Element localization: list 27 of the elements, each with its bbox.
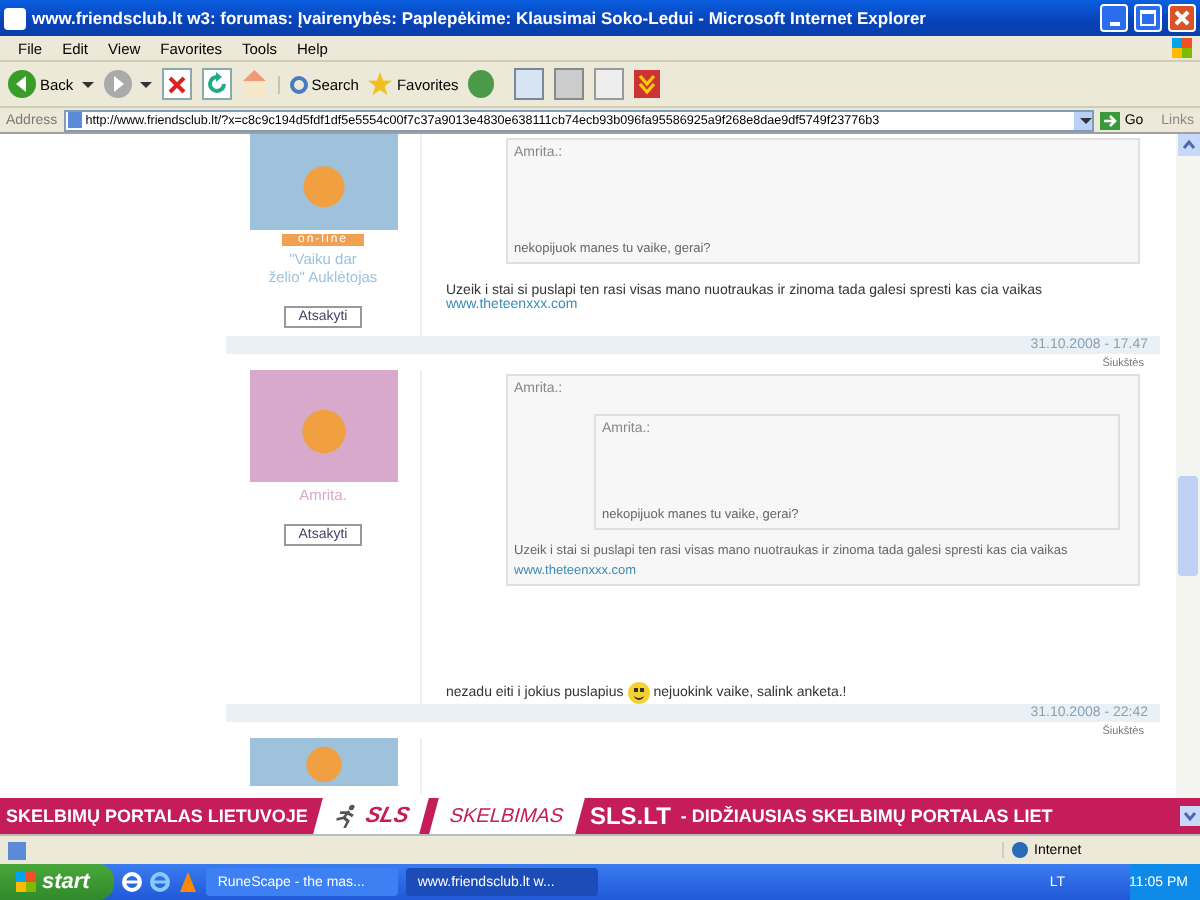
star-icon [368,72,393,96]
windows-flag-icon [1172,38,1192,58]
banner-site: SLS.LT [589,802,671,830]
banner-text: - DIDŽIAUSIAS SKELBIMŲ PORTALAS LIET [680,806,1053,826]
minimize-button[interactable] [1100,4,1128,32]
banner-text: SKELBIMŲ PORTALAS LIETUVOJE [6,806,308,826]
maximize-button[interactable] [1134,4,1162,32]
start-button[interactable]: start [0,864,114,900]
forward-button[interactable] [103,70,152,98]
runner-icon [330,804,361,828]
refresh-icon[interactable] [201,68,232,100]
banner-brand: SKELBIMAS [447,805,567,827]
home-icon[interactable] [241,70,268,98]
globe-icon [1012,842,1028,858]
cone-icon[interactable] [177,872,198,892]
ad-banner[interactable]: SKELBIMŲ PORTALAS LIETUVOJE SLS SKELBIMAS SLS.LT - DIDŽIAUSIAS SKELBIMŲ PORTALAS LIET [0,798,1200,834]
window-title: www.friendsclub.lt w3: forumas: Įvairenybės: Paplepėkime: Klausimai Soko-Ledui - Microsoft Internet Explorer [32,8,928,28]
go-arrow-icon [1100,111,1121,129]
banner-logo: SLS [362,804,412,828]
download-icon[interactable] [634,70,661,98]
scroll-thumb[interactable] [1178,476,1198,576]
globe-icon[interactable] [149,872,170,892]
stop-icon[interactable] [161,68,192,100]
scroll-down-icon[interactable] [1180,806,1200,826]
close-button[interactable] [1168,4,1196,32]
smiley-icon [627,682,650,704]
scrollbar[interactable] [1176,134,1200,798]
